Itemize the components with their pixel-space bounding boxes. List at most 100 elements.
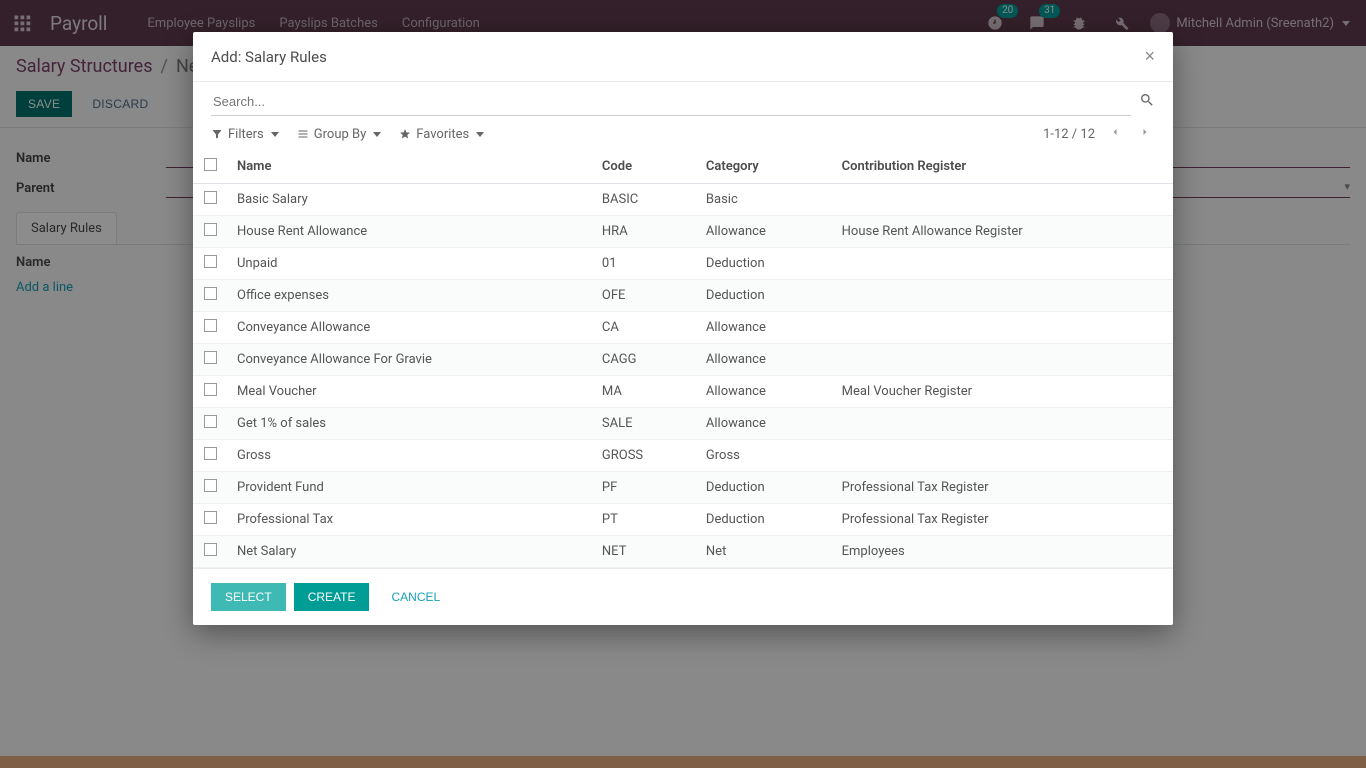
modal: Add: Salary Rules × Filters Group By Fav…: [193, 32, 1173, 625]
modal-title: Add: Salary Rules: [211, 48, 327, 66]
cell-code: 01: [592, 248, 696, 280]
select-all-checkbox[interactable]: [204, 158, 217, 171]
modal-body: Name Code Category Contribution Register…: [193, 150, 1173, 568]
cell-code: GROSS: [592, 440, 696, 472]
favorites-button[interactable]: Favorites: [399, 127, 484, 142]
modal-search-row: [193, 82, 1173, 116]
favorites-label: Favorites: [416, 127, 469, 142]
cell-category: Allowance: [696, 408, 832, 440]
row-checkbox[interactable]: [204, 383, 217, 396]
pager-next[interactable]: [1135, 122, 1155, 146]
table-row[interactable]: Conveyance AllowanceCAAllowance: [193, 312, 1173, 344]
search-input[interactable]: [211, 88, 1131, 116]
table-row[interactable]: Net SalaryNETNetEmployees: [193, 536, 1173, 568]
col-category[interactable]: Category: [696, 150, 832, 184]
pager-prev[interactable]: [1105, 122, 1125, 146]
table-row[interactable]: Meal VoucherMAAllowanceMeal Voucher Regi…: [193, 376, 1173, 408]
table-row[interactable]: GrossGROSSGross: [193, 440, 1173, 472]
cell-name: Provident Fund: [227, 472, 592, 504]
cell-name: Conveyance Allowance: [227, 312, 592, 344]
cell-category: Deduction: [696, 280, 832, 312]
table-row[interactable]: Office expensesOFEDeduction: [193, 280, 1173, 312]
modal-header: Add: Salary Rules ×: [193, 32, 1173, 82]
cell-category: Allowance: [696, 344, 832, 376]
cell-register: Professional Tax Register: [832, 472, 1173, 504]
create-button[interactable]: CREATE: [294, 583, 370, 611]
modal-footer: SELECT CREATE CANCEL: [193, 568, 1173, 625]
table-row[interactable]: House Rent AllowanceHRAAllowanceHouse Re…: [193, 216, 1173, 248]
cell-code: HRA: [592, 216, 696, 248]
chevron-down-icon: [271, 132, 279, 137]
list-icon: [297, 128, 309, 140]
cell-register: [832, 184, 1173, 216]
groupby-button[interactable]: Group By: [297, 127, 382, 142]
cell-code: SALE: [592, 408, 696, 440]
rules-table: Name Code Category Contribution Register…: [193, 150, 1173, 568]
table-row[interactable]: Professional TaxPTDeductionProfessional …: [193, 504, 1173, 536]
pager-text: 1-12 / 12: [1043, 127, 1095, 142]
cell-register: [832, 280, 1173, 312]
cell-register: [832, 440, 1173, 472]
star-icon: [399, 128, 411, 140]
cell-category: Deduction: [696, 248, 832, 280]
row-checkbox[interactable]: [204, 319, 217, 332]
cell-code: CAGG: [592, 344, 696, 376]
row-checkbox[interactable]: [204, 287, 217, 300]
row-checkbox[interactable]: [204, 543, 217, 556]
cell-register: [832, 344, 1173, 376]
col-name[interactable]: Name: [227, 150, 592, 184]
table-row[interactable]: Provident FundPFDeductionProfessional Ta…: [193, 472, 1173, 504]
cell-code: PF: [592, 472, 696, 504]
row-checkbox[interactable]: [204, 351, 217, 364]
cell-category: Deduction: [696, 504, 832, 536]
cell-name: Office expenses: [227, 280, 592, 312]
row-checkbox[interactable]: [204, 479, 217, 492]
chevron-down-icon: [476, 132, 484, 137]
cell-code: PT: [592, 504, 696, 536]
cell-name: Basic Salary: [227, 184, 592, 216]
cell-register: [832, 408, 1173, 440]
cell-name: Gross: [227, 440, 592, 472]
cell-name: Professional Tax: [227, 504, 592, 536]
filters-button[interactable]: Filters: [211, 127, 279, 142]
row-checkbox[interactable]: [204, 255, 217, 268]
row-checkbox[interactable]: [204, 415, 217, 428]
close-icon[interactable]: ×: [1144, 46, 1155, 67]
table-row[interactable]: Conveyance Allowance For GravieCAGGAllow…: [193, 344, 1173, 376]
cell-category: Allowance: [696, 312, 832, 344]
row-checkbox[interactable]: [204, 511, 217, 524]
table-row[interactable]: Basic SalaryBASICBasic: [193, 184, 1173, 216]
bottom-strip: [0, 756, 1366, 768]
row-checkbox[interactable]: [204, 223, 217, 236]
cell-name: Unpaid: [227, 248, 592, 280]
chevron-down-icon: [373, 132, 381, 137]
table-row[interactable]: Get 1% of salesSALEAllowance: [193, 408, 1173, 440]
pager: 1-12 / 12: [1043, 122, 1155, 146]
cancel-button[interactable]: CANCEL: [377, 583, 454, 611]
filters-label: Filters: [228, 127, 264, 142]
cell-category: Basic: [696, 184, 832, 216]
cell-category: Allowance: [696, 216, 832, 248]
col-code[interactable]: Code: [592, 150, 696, 184]
row-checkbox[interactable]: [204, 447, 217, 460]
cell-register: Meal Voucher Register: [832, 376, 1173, 408]
cell-code: BASIC: [592, 184, 696, 216]
row-checkbox[interactable]: [204, 191, 217, 204]
select-button[interactable]: SELECT: [211, 583, 286, 611]
cell-name: Conveyance Allowance For Gravie: [227, 344, 592, 376]
cell-register: Professional Tax Register: [832, 504, 1173, 536]
cell-code: OFE: [592, 280, 696, 312]
groupby-label: Group By: [314, 127, 367, 142]
cell-code: MA: [592, 376, 696, 408]
cell-name: Meal Voucher: [227, 376, 592, 408]
cell-register: [832, 248, 1173, 280]
modal-toolbar: Filters Group By Favorites 1-12 / 12: [193, 116, 1173, 150]
col-register[interactable]: Contribution Register: [832, 150, 1173, 184]
cell-category: Deduction: [696, 472, 832, 504]
cell-code: NET: [592, 536, 696, 568]
table-row[interactable]: Unpaid01Deduction: [193, 248, 1173, 280]
cell-name: House Rent Allowance: [227, 216, 592, 248]
cell-category: Allowance: [696, 376, 832, 408]
cell-code: CA: [592, 312, 696, 344]
search-icon[interactable]: [1139, 92, 1155, 112]
